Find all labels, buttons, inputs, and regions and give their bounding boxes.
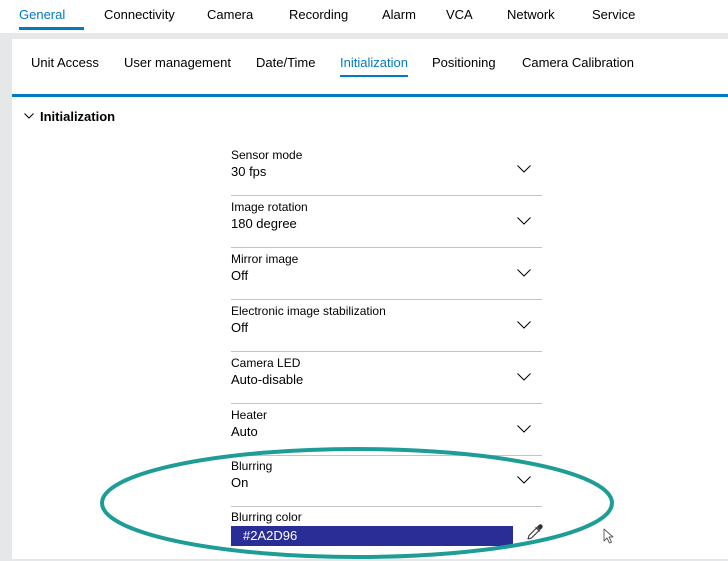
image-stabilization-select[interactable]: Electronic image stabilization Off <box>231 303 542 352</box>
field-label: Blurring color <box>231 510 302 524</box>
blurring-color-input[interactable]: #2A2D96 <box>231 526 513 546</box>
field-label: Image rotation <box>231 200 308 214</box>
field-value: Auto <box>231 424 258 439</box>
heater-select[interactable]: Heater Auto <box>231 407 542 456</box>
chevron-down-icon <box>517 373 531 381</box>
subtab-user-management[interactable]: User management <box>124 55 231 70</box>
chevron-down-icon <box>517 321 531 329</box>
eyedropper-icon[interactable] <box>526 523 544 541</box>
tab-alarm[interactable]: Alarm <box>382 7 416 22</box>
field-label: Camera LED <box>231 356 301 370</box>
mirror-image-select[interactable]: Mirror image Off <box>231 251 542 300</box>
field-label: Mirror image <box>231 252 299 266</box>
camera-led-select[interactable]: Camera LED Auto-disable <box>231 355 542 404</box>
active-tab-indicator <box>19 27 84 30</box>
field-label: Heater <box>231 408 268 422</box>
section-divider <box>12 94 728 97</box>
field-value: Off <box>231 268 249 283</box>
tab-vca[interactable]: VCA <box>446 7 473 22</box>
field-label: Sensor mode <box>231 148 303 162</box>
section-header-initialization[interactable]: Initialization <box>24 107 115 125</box>
field-value: On <box>231 475 249 490</box>
active-subtab-indicator <box>340 75 408 77</box>
blurring-color-value: #2A2D96 <box>243 528 298 543</box>
blurring-select[interactable]: Blurring On <box>231 458 542 507</box>
subtab-unit-access[interactable]: Unit Access <box>31 55 99 70</box>
field-value: 30 fps <box>231 164 267 179</box>
sub-navigation: Unit Access User management Date/Time In… <box>12 39 728 86</box>
chevron-down-icon <box>517 476 531 484</box>
sensor-mode-select[interactable]: Sensor mode 30 fps <box>231 147 542 196</box>
field-value: 180 degree <box>231 216 297 231</box>
field-value: Auto-disable <box>231 372 304 387</box>
field-label: Electronic image stabilization <box>231 304 386 318</box>
blurring-color-field: Blurring color #2A2D96 <box>231 509 544 549</box>
chevron-down-icon <box>517 217 531 225</box>
chevron-down-icon <box>517 425 531 433</box>
subtab-date-time[interactable]: Date/Time <box>256 55 315 70</box>
tab-service[interactable]: Service <box>592 7 635 22</box>
chevron-down-icon <box>24 113 34 119</box>
main-navigation: General Connectivity Camera Recording Al… <box>0 0 728 33</box>
tab-network[interactable]: Network <box>507 7 555 22</box>
subtab-positioning[interactable]: Positioning <box>432 55 496 70</box>
field-value: Off <box>231 320 249 335</box>
section-title: Initialization <box>40 108 116 124</box>
tab-connectivity[interactable]: Connectivity <box>104 7 175 22</box>
tab-general[interactable]: General <box>19 7 65 22</box>
tab-camera[interactable]: Camera <box>207 7 253 22</box>
subtab-initialization[interactable]: Initialization <box>340 55 408 70</box>
chevron-down-icon <box>517 269 531 277</box>
chevron-down-icon <box>517 165 531 173</box>
field-label: Blurring <box>231 459 273 473</box>
tab-recording[interactable]: Recording <box>289 7 348 22</box>
content-panel: Unit Access User management Date/Time In… <box>12 39 728 559</box>
image-rotation-select[interactable]: Image rotation 180 degree <box>231 199 542 248</box>
subtab-camera-calibration[interactable]: Camera Calibration <box>522 55 634 70</box>
